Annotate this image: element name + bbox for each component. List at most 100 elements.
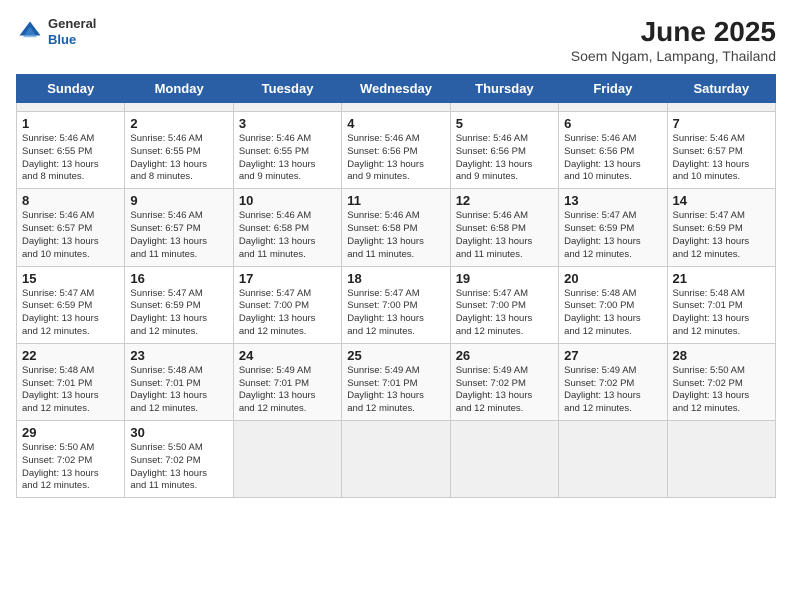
day-info: Sunrise: 5:48 AMSunset: 7:01 PMDaylight:… <box>673 288 770 339</box>
day-number: 24 <box>239 348 336 363</box>
day-info: Sunrise: 5:46 AMSunset: 6:57 PMDaylight:… <box>673 133 770 184</box>
calendar-day-header: Tuesday <box>233 75 341 103</box>
calendar-cell: 5Sunrise: 5:46 AMSunset: 6:56 PMDaylight… <box>450 112 558 189</box>
day-number: 27 <box>564 348 661 363</box>
day-info: Sunrise: 5:46 AMSunset: 6:55 PMDaylight:… <box>22 133 119 184</box>
day-number: 25 <box>347 348 444 363</box>
day-info: Sunrise: 5:49 AMSunset: 7:01 PMDaylight:… <box>239 365 336 416</box>
day-info: Sunrise: 5:47 AMSunset: 6:59 PMDaylight:… <box>22 288 119 339</box>
calendar-cell <box>233 103 341 112</box>
calendar-week-row: 15 Sunrise: 5:47 AMSunset: 6:59 PMDayligh… <box>17 266 776 343</box>
day-number: 18 <box>347 271 444 286</box>
day-number: 20 <box>564 271 661 286</box>
calendar-cell: 17 Sunrise: 5:47 AMSunset: 7:00 PMDayligh… <box>233 266 341 343</box>
day-number: 26 <box>456 348 553 363</box>
day-number: 15 <box>22 271 119 286</box>
day-number: 12 <box>456 193 553 208</box>
day-info: Sunrise: 5:46 AMSunset: 6:58 PMDaylight:… <box>347 210 444 261</box>
calendar-cell: 22Sunrise: 5:48 AMSunset: 7:01 PMDayligh… <box>17 343 125 420</box>
title-section: June 2025 Soem Ngam, Lampang, Thailand <box>571 16 776 64</box>
calendar-cell: 16Sunrise: 5:47 AMSunset: 6:59 PMDayligh… <box>125 266 233 343</box>
calendar-header-row: SundayMondayTuesdayWednesdayThursdayFrid… <box>17 75 776 103</box>
logo-blue-text: Blue <box>48 32 96 48</box>
calendar-week-row: 22Sunrise: 5:48 AMSunset: 7:01 PMDayligh… <box>17 343 776 420</box>
calendar-cell: 11Sunrise: 5:46 AMSunset: 6:58 PMDayligh… <box>342 189 450 266</box>
calendar-cell: 6Sunrise: 5:46 AMSunset: 6:56 PMDaylight… <box>559 112 667 189</box>
day-number: 23 <box>130 348 227 363</box>
day-info: Sunrise: 5:49 AMSunset: 7:01 PMDaylight:… <box>347 365 444 416</box>
day-info: Sunrise: 5:46 AMSunset: 6:56 PMDaylight:… <box>347 133 444 184</box>
day-number: 6 <box>564 116 661 131</box>
calendar-cell <box>17 103 125 112</box>
calendar-cell: 21 Sunrise: 5:48 AMSunset: 7:01 PMDayligh… <box>667 266 775 343</box>
day-number: 29 <box>22 425 119 440</box>
day-info: Sunrise: 5:46 AMSunset: 6:57 PMDaylight:… <box>22 210 119 261</box>
day-number: 1 <box>22 116 119 131</box>
calendar-cell: 23 Sunrise: 5:48 AMSunset: 7:01 PMDayligh… <box>125 343 233 420</box>
logo-icon <box>16 18 44 46</box>
day-info: Sunrise: 5:48 AMSunset: 7:00 PMDaylight:… <box>564 288 661 339</box>
day-number: 16 <box>130 271 227 286</box>
day-number: 9 <box>130 193 227 208</box>
calendar-cell <box>342 103 450 112</box>
calendar-cell: 26 Sunrise: 5:49 AMSunset: 7:02 PMDayligh… <box>450 343 558 420</box>
day-info: Sunrise: 5:46 AMSunset: 6:55 PMDaylight:… <box>130 133 227 184</box>
day-number: 30 <box>130 425 227 440</box>
calendar-cell: 24 Sunrise: 5:49 AMSunset: 7:01 PMDayligh… <box>233 343 341 420</box>
day-info: Sunrise: 5:47 AMSunset: 7:00 PMDaylight:… <box>456 288 553 339</box>
logo-text: General Blue <box>48 16 96 47</box>
calendar-cell <box>667 103 775 112</box>
calendar-cell: 25 Sunrise: 5:49 AMSunset: 7:01 PMDayligh… <box>342 343 450 420</box>
day-info: Sunrise: 5:48 AMSunset: 7:01 PMDaylight:… <box>22 365 119 416</box>
calendar-cell: 18 Sunrise: 5:47 AMSunset: 7:00 PMDayligh… <box>342 266 450 343</box>
day-number: 21 <box>673 271 770 286</box>
day-info: Sunrise: 5:48 AMSunset: 7:01 PMDaylight:… <box>130 365 227 416</box>
calendar-day-header: Friday <box>559 75 667 103</box>
calendar-cell <box>125 103 233 112</box>
calendar-cell: 14Sunrise: 5:47 AMSunset: 6:59 PMDayligh… <box>667 189 775 266</box>
calendar-day-header: Monday <box>125 75 233 103</box>
calendar-cell <box>450 103 558 112</box>
calendar-cell: 13 Sunrise: 5:47 AMSunset: 6:59 PMDayligh… <box>559 189 667 266</box>
calendar-week-row: 29 Sunrise: 5:50 AMSunset: 7:02 PMDayligh… <box>17 421 776 498</box>
calendar-cell: 2 Sunrise: 5:46 AMSunset: 6:55 PMDaylight… <box>125 112 233 189</box>
calendar-cell <box>667 421 775 498</box>
day-info: Sunrise: 5:46 AMSunset: 6:58 PMDaylight:… <box>239 210 336 261</box>
day-number: 3 <box>239 116 336 131</box>
day-info: Sunrise: 5:47 AMSunset: 7:00 PMDaylight:… <box>239 288 336 339</box>
calendar-cell: 1 Sunrise: 5:46 AMSunset: 6:55 PMDaylight… <box>17 112 125 189</box>
calendar-cell: 9Sunrise: 5:46 AMSunset: 6:57 PMDaylight… <box>125 189 233 266</box>
day-number: 28 <box>673 348 770 363</box>
calendar-cell <box>559 103 667 112</box>
logo: General Blue <box>16 16 96 47</box>
day-number: 2 <box>130 116 227 131</box>
calendar-day-header: Sunday <box>17 75 125 103</box>
day-info: Sunrise: 5:49 AMSunset: 7:02 PMDaylight:… <box>456 365 553 416</box>
day-info: Sunrise: 5:46 AMSunset: 6:55 PMDaylight:… <box>239 133 336 184</box>
calendar-cell: 19 Sunrise: 5:47 AMSunset: 7:00 PMDayligh… <box>450 266 558 343</box>
calendar-day-header: Saturday <box>667 75 775 103</box>
day-number: 19 <box>456 271 553 286</box>
calendar-cell: 12Sunrise: 5:46 AMSunset: 6:58 PMDayligh… <box>450 189 558 266</box>
calendar-cell: 20 Sunrise: 5:48 AMSunset: 7:00 PMDayligh… <box>559 266 667 343</box>
day-number: 4 <box>347 116 444 131</box>
day-info: Sunrise: 5:47 AMSunset: 6:59 PMDaylight:… <box>673 210 770 261</box>
calendar-table: SundayMondayTuesdayWednesdayThursdayFrid… <box>16 74 776 498</box>
day-number: 5 <box>456 116 553 131</box>
calendar-week-row: 1 Sunrise: 5:46 AMSunset: 6:55 PMDaylight… <box>17 112 776 189</box>
calendar-day-header: Wednesday <box>342 75 450 103</box>
page-subtitle: Soem Ngam, Lampang, Thailand <box>571 48 776 64</box>
calendar-cell: 4 Sunrise: 5:46 AMSunset: 6:56 PMDaylight… <box>342 112 450 189</box>
page-title: June 2025 <box>571 16 776 48</box>
calendar-cell: 27Sunrise: 5:49 AMSunset: 7:02 PMDayligh… <box>559 343 667 420</box>
day-number: 17 <box>239 271 336 286</box>
logo-general-text: General <box>48 16 96 32</box>
day-info: Sunrise: 5:50 AMSunset: 7:02 PMDaylight:… <box>130 442 227 493</box>
day-info: Sunrise: 5:47 AMSunset: 7:00 PMDaylight:… <box>347 288 444 339</box>
calendar-cell: 29Sunrise: 5:50 AMSunset: 7:02 PMDayligh… <box>17 421 125 498</box>
day-number: 13 <box>564 193 661 208</box>
day-info: Sunrise: 5:47 AMSunset: 6:59 PMDaylight:… <box>564 210 661 261</box>
calendar-cell: 10Sunrise: 5:46 AMSunset: 6:58 PMDayligh… <box>233 189 341 266</box>
calendar-cell: 7Sunrise: 5:46 AMSunset: 6:57 PMDaylight… <box>667 112 775 189</box>
calendar-cell: 28Sunrise: 5:50 AMSunset: 7:02 PMDayligh… <box>667 343 775 420</box>
